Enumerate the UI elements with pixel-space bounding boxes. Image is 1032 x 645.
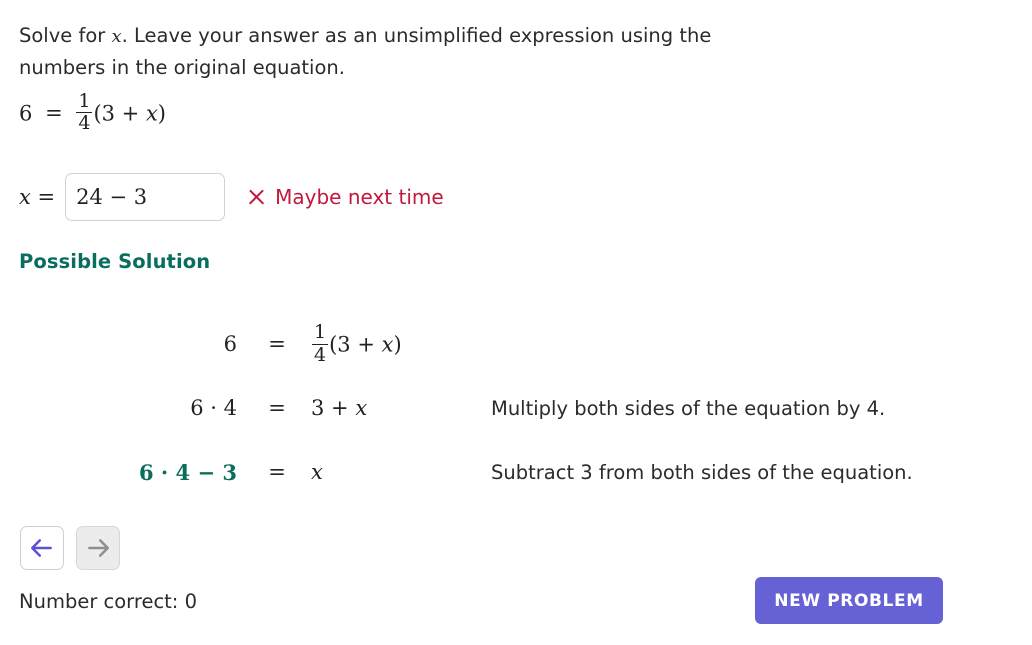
step-note: Multiply both sides of the equation by 4…	[491, 376, 1009, 440]
solution-steps: 6 = 1 4 (3 + x) 6 · 4 = 3 + x Multiply b…	[19, 312, 1009, 504]
new-problem-button[interactable]: NEW PROBLEM	[755, 577, 943, 624]
equation-relation: =	[45, 101, 63, 125]
step-rhs-expression: (3 + x)	[329, 332, 402, 356]
step-relation: =	[251, 312, 303, 376]
step-relation: =	[251, 440, 303, 504]
step-lhs-highlighted: 6 · 4 − 3	[19, 440, 251, 504]
solution-step-row: 6 · 4 − 3 = x Subtract 3 from both sides…	[19, 440, 1009, 504]
fraction-numerator: 1	[76, 92, 92, 111]
score-label: Number correct: 0	[19, 590, 197, 613]
solution-heading: Possible Solution	[19, 250, 210, 273]
fraction-numerator: 1	[312, 323, 328, 342]
solution-step-row: 6 · 4 = 3 + x Multiply both sides of the…	[19, 376, 1009, 440]
next-step-button[interactable]	[76, 526, 120, 570]
feedback-text: Maybe next time	[275, 185, 444, 209]
answer-label: x =	[19, 185, 55, 209]
feedback-message: Maybe next time	[247, 185, 444, 209]
answer-row: x = 24 − 3 Maybe next time	[19, 172, 444, 222]
step-note: Subtract 3 from both sides of the equati…	[491, 440, 1009, 504]
step-rhs: 1 4 (3 + x)	[303, 312, 491, 376]
step-navigation	[20, 526, 120, 570]
equation-fraction: 1 4	[76, 92, 92, 134]
step-relation: =	[251, 376, 303, 440]
equation-rhs-expression: (3 + x)	[93, 101, 166, 125]
solution-step-row: 6 = 1 4 (3 + x)	[19, 312, 1009, 376]
instruction-variable: x	[111, 26, 121, 47]
step-rhs-fraction: 1 4	[312, 323, 328, 365]
step-note	[491, 312, 1009, 376]
previous-step-button[interactable]	[20, 526, 64, 570]
fraction-denominator: 4	[76, 114, 92, 133]
fraction-denominator: 4	[312, 346, 328, 365]
problem-instruction: Solve for x. Leave your answer as an uns…	[19, 20, 719, 83]
arrow-left-icon	[29, 535, 55, 561]
original-equation: 6 = 1 4 (3 + x)	[19, 92, 166, 134]
problem-page: Solve for x. Leave your answer as an uns…	[0, 0, 1032, 645]
instruction-part-2: . Leave your answer as an unsimplified e…	[122, 24, 674, 47]
step-rhs: x	[303, 440, 491, 504]
step-rhs: 3 + x	[303, 376, 491, 440]
arrow-right-icon	[85, 535, 111, 561]
answer-input[interactable]: 24 − 3	[65, 173, 225, 221]
step-lhs: 6	[19, 312, 251, 376]
instruction-part-1: Solve for	[19, 24, 105, 47]
x-mark-icon	[247, 188, 266, 207]
step-lhs: 6 · 4	[19, 376, 251, 440]
equation-rhs-text: (3 + x)	[93, 101, 166, 125]
equation-lhs: 6	[19, 101, 32, 125]
